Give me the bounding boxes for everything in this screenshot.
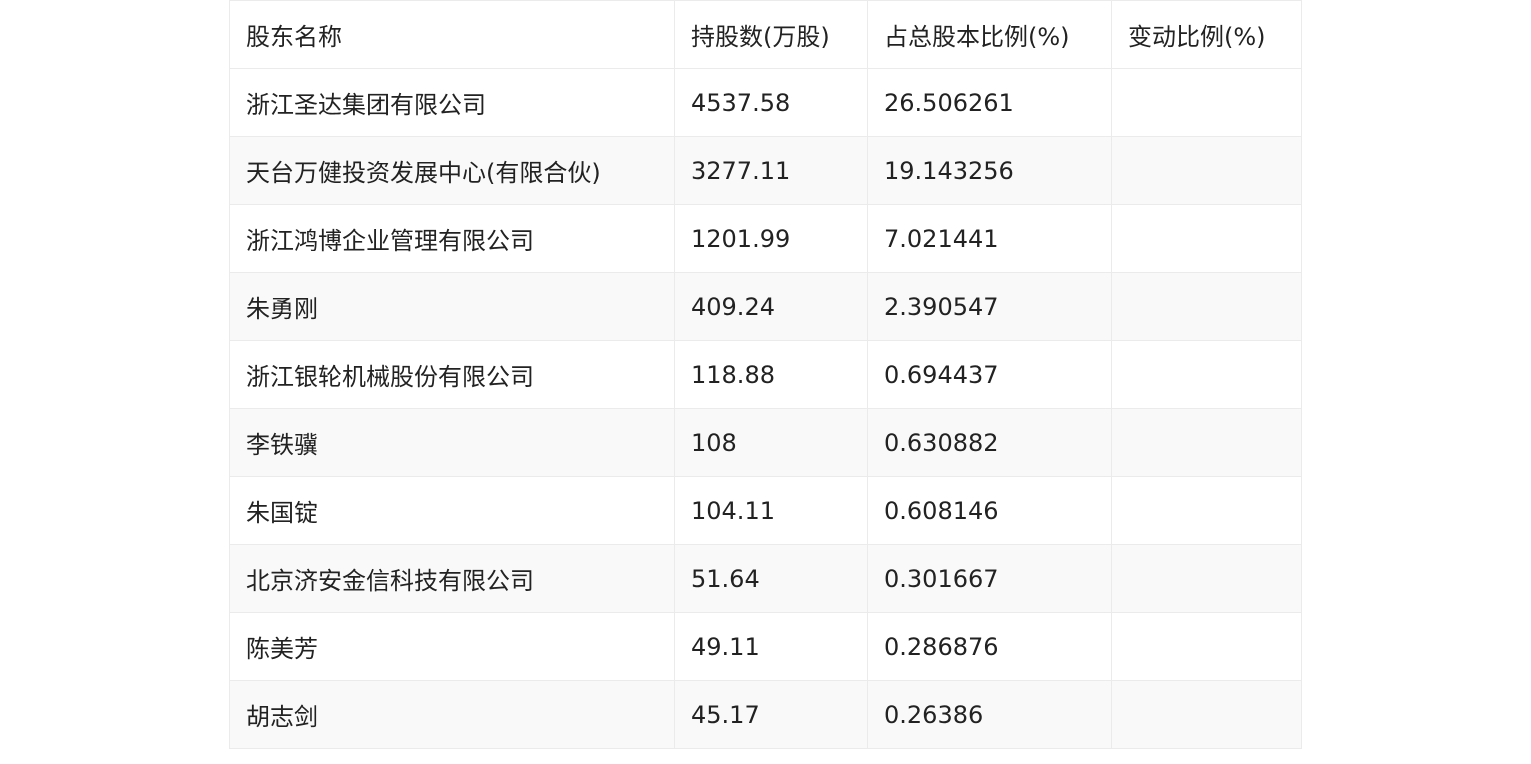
cell-shares-held: 1201.99 [674, 204, 868, 273]
header-share-ratio: 占总股本比例(%) [867, 0, 1112, 69]
cell-shareholder-name: 李铁骥 [229, 408, 675, 477]
cell-shareholder-name: 浙江银轮机械股份有限公司 [229, 340, 675, 409]
table-row: 陈美芳 49.11 0.286876 [229, 612, 1302, 681]
cell-shares-held: 51.64 [674, 544, 868, 613]
table-row: 天台万健投资发展中心(有限合伙) 3277.11 19.143256 [229, 136, 1302, 205]
cell-share-ratio: 0.694437 [867, 340, 1112, 409]
cell-change-ratio [1111, 340, 1302, 409]
shareholder-table-container: 股东名称 持股数(万股) 占总股本比例(%) 变动比例(%) 浙江圣达集团有限公… [229, 0, 1302, 749]
cell-share-ratio: 2.390547 [867, 272, 1112, 341]
cell-share-ratio: 19.143256 [867, 136, 1112, 205]
cell-shares-held: 409.24 [674, 272, 868, 341]
cell-change-ratio [1111, 136, 1302, 205]
header-shareholder-name: 股东名称 [229, 0, 675, 69]
cell-shareholder-name: 陈美芳 [229, 612, 675, 681]
cell-change-ratio [1111, 408, 1302, 477]
table-row: 朱勇刚 409.24 2.390547 [229, 272, 1302, 341]
table-header-row: 股东名称 持股数(万股) 占总股本比例(%) 变动比例(%) [229, 0, 1302, 69]
cell-shares-held: 118.88 [674, 340, 868, 409]
table-row: 胡志剑 45.17 0.26386 [229, 680, 1302, 749]
shareholder-table: 股东名称 持股数(万股) 占总股本比例(%) 变动比例(%) 浙江圣达集团有限公… [229, 0, 1302, 749]
cell-share-ratio: 0.26386 [867, 680, 1112, 749]
cell-change-ratio [1111, 476, 1302, 545]
table-row: 浙江银轮机械股份有限公司 118.88 0.694437 [229, 340, 1302, 409]
cell-share-ratio: 0.286876 [867, 612, 1112, 681]
cell-shares-held: 49.11 [674, 612, 868, 681]
cell-change-ratio [1111, 612, 1302, 681]
table-row: 李铁骥 108 0.630882 [229, 408, 1302, 477]
cell-shares-held: 108 [674, 408, 868, 477]
table-row: 浙江圣达集团有限公司 4537.58 26.506261 [229, 68, 1302, 137]
cell-shares-held: 104.11 [674, 476, 868, 545]
cell-share-ratio: 7.021441 [867, 204, 1112, 273]
cell-change-ratio [1111, 272, 1302, 341]
cell-share-ratio: 0.301667 [867, 544, 1112, 613]
cell-shareholder-name: 天台万健投资发展中心(有限合伙) [229, 136, 675, 205]
cell-shares-held: 45.17 [674, 680, 868, 749]
table-row: 朱国锭 104.11 0.608146 [229, 476, 1302, 545]
cell-shareholder-name: 朱国锭 [229, 476, 675, 545]
cell-change-ratio [1111, 544, 1302, 613]
header-shares-held: 持股数(万股) [674, 0, 868, 69]
cell-change-ratio [1111, 68, 1302, 137]
header-change-ratio: 变动比例(%) [1111, 0, 1302, 69]
cell-shares-held: 3277.11 [674, 136, 868, 205]
table-row: 北京济安金信科技有限公司 51.64 0.301667 [229, 544, 1302, 613]
cell-share-ratio: 26.506261 [867, 68, 1112, 137]
table-row: 浙江鸿博企业管理有限公司 1201.99 7.021441 [229, 204, 1302, 273]
cell-shareholder-name: 浙江鸿博企业管理有限公司 [229, 204, 675, 273]
cell-change-ratio [1111, 680, 1302, 749]
cell-shareholder-name: 胡志剑 [229, 680, 675, 749]
cell-change-ratio [1111, 204, 1302, 273]
cell-shareholder-name: 朱勇刚 [229, 272, 675, 341]
cell-shares-held: 4537.58 [674, 68, 868, 137]
cell-shareholder-name: 北京济安金信科技有限公司 [229, 544, 675, 613]
cell-shareholder-name: 浙江圣达集团有限公司 [229, 68, 675, 137]
cell-share-ratio: 0.630882 [867, 408, 1112, 477]
cell-share-ratio: 0.608146 [867, 476, 1112, 545]
